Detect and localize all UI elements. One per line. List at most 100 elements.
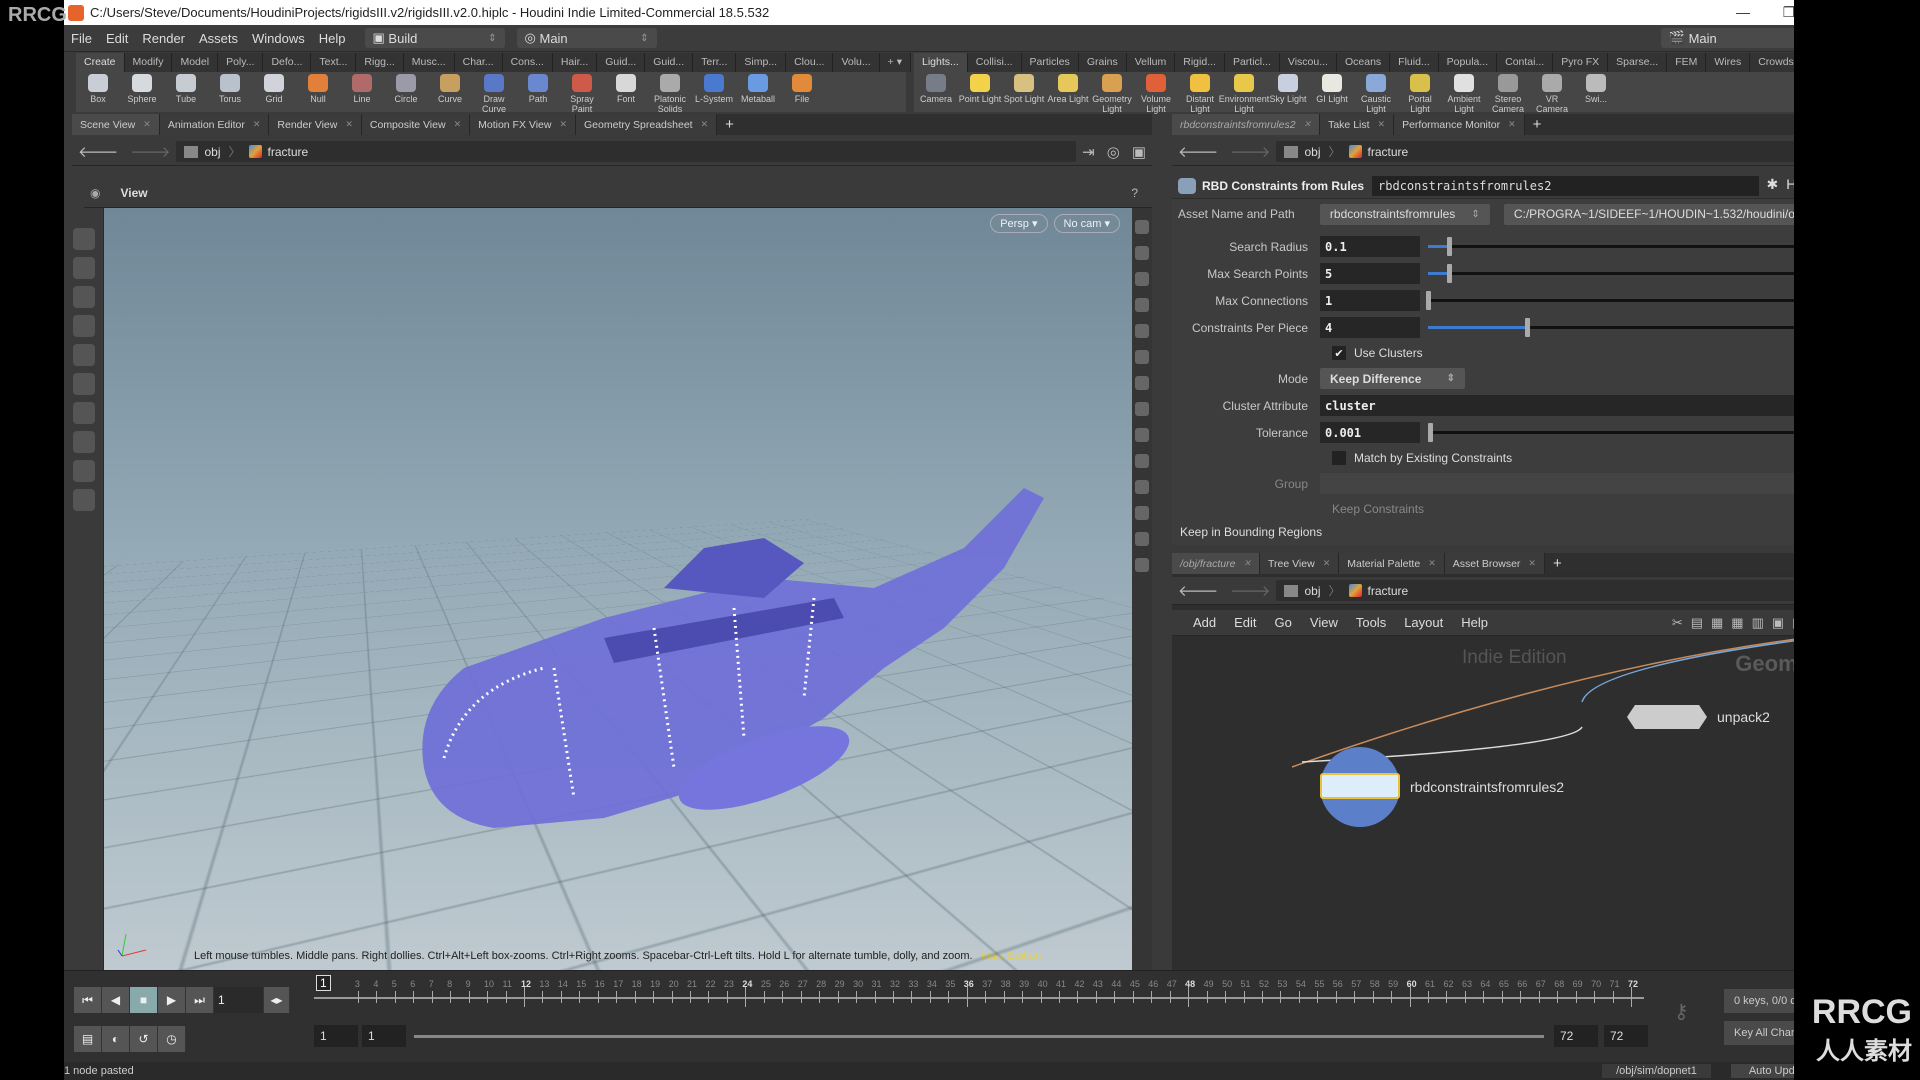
close-tab-icon[interactable]: ✕ (701, 119, 709, 130)
shelf-tool[interactable]: Environment Light (1219, 72, 1269, 114)
breadcrumb-obj[interactable]: obj (1304, 145, 1320, 159)
shelf-tab[interactable]: Simp... (736, 53, 787, 72)
shelf-tool[interactable]: Tube (164, 72, 208, 104)
lock-tool-icon[interactable] (73, 344, 95, 366)
param-field[interactable]: 1 (1320, 290, 1420, 311)
headlight-icon[interactable] (1135, 324, 1149, 338)
scene-viewport[interactable]: Persp ▾ No cam ▾ Left mouse tumbles. Mid… (104, 208, 1132, 970)
shelf-tab[interactable]: Create (76, 53, 125, 72)
net-menu-view[interactable]: View (1301, 615, 1347, 630)
shelf-tab[interactable]: Pyro FX (1553, 53, 1609, 72)
camera-dropdown[interactable]: No cam ▾ (1053, 214, 1120, 233)
rotate-tool-icon[interactable] (73, 286, 95, 308)
tab-take-list[interactable]: Take List ✕ (1320, 114, 1395, 135)
desktop-selector[interactable]: ▣ Build ⇕ (364, 28, 505, 48)
checkbox-checked-icon[interactable]: ✔ (1332, 346, 1346, 360)
text-icon[interactable] (1135, 506, 1149, 520)
param-field[interactable]: 4 (1320, 317, 1420, 338)
network-canvas[interactable]: Indie Edition Geometry unpack2 rbdconstr… (1172, 637, 1858, 970)
shelf-tool[interactable]: Null (296, 72, 340, 104)
close-tab-icon[interactable]: ✕ (1378, 119, 1386, 130)
jump-start-button[interactable]: ⏮ (74, 987, 102, 1013)
shelf-tab[interactable]: Poly... (218, 53, 264, 72)
shelf-tab[interactable]: Sparse... (1608, 53, 1668, 72)
shelf-tool[interactable]: Camera (914, 72, 958, 104)
view-tool-icon[interactable] (73, 489, 95, 511)
pose-tool-icon[interactable] (73, 402, 95, 424)
slider-handle[interactable] (1446, 264, 1452, 283)
point-numbers-icon[interactable] (1135, 454, 1149, 468)
shelf-tab[interactable]: Rigid... (1175, 53, 1225, 72)
breadcrumb-fracture[interactable]: fracture (1368, 145, 1409, 159)
shelf-tab[interactable]: Guid... (597, 53, 646, 72)
mode-dropdown[interactable]: Keep Difference ⇕ (1320, 368, 1465, 389)
checkbox-unchecked-icon[interactable] (1332, 451, 1346, 465)
shelf-tab[interactable]: Particl... (1224, 53, 1280, 72)
param-slider[interactable] (1428, 318, 1842, 337)
shading-icon[interactable] (1135, 298, 1149, 312)
slider-handle[interactable] (1428, 423, 1433, 442)
select-tool-icon[interactable] (73, 228, 95, 250)
tab-performance-monitor[interactable]: Performance Monitor ✕ (1394, 114, 1525, 135)
sim-path-selector[interactable]: /obj/sim/dopnet1 (1602, 1064, 1711, 1078)
stop-button[interactable]: ■ (130, 987, 158, 1013)
light-icon[interactable] (1135, 272, 1149, 286)
param-slider[interactable] (1428, 264, 1842, 283)
node-rbdconstraintsfromrules2[interactable]: rbdconstraintsfromrules2 (1320, 747, 1564, 827)
close-tab-icon[interactable]: ✕ (1508, 119, 1516, 130)
tab-tree-view[interactable]: Tree View ✕ (1260, 553, 1340, 574)
link-icon[interactable]: ◎ (1101, 143, 1126, 161)
pin-icon[interactable]: ⇥ (1076, 143, 1101, 161)
close-tab-icon[interactable]: ✕ (253, 119, 261, 130)
cluster-attribute-field[interactable]: cluster (1320, 395, 1844, 416)
breadcrumb-obj[interactable]: obj (204, 145, 220, 159)
back-arrow-icon[interactable]: 🡐 (72, 142, 124, 161)
shelf-tool[interactable]: Draw Curve (472, 72, 516, 114)
range-end2-field[interactable]: 72 (1604, 1025, 1648, 1047)
shelf-tool[interactable]: Sky Light (1266, 72, 1310, 104)
close-tab-icon[interactable]: ✕ (1243, 558, 1251, 569)
current-frame-field[interactable]: 1 (214, 987, 264, 1013)
shelf-tool[interactable]: Area Light (1046, 72, 1090, 104)
breadcrumb-fracture[interactable]: fracture (268, 145, 309, 159)
keep-bounding-section[interactable]: Keep in Bounding Regions (1172, 521, 1858, 543)
shelf-tab[interactable]: Popula... (1438, 53, 1498, 72)
tab-render-view[interactable]: Render View ✕ (269, 114, 362, 135)
shelf-tool[interactable]: Path (516, 72, 560, 104)
audio-icon[interactable]: ◐ (102, 1026, 130, 1052)
scale-tool-icon[interactable] (73, 315, 95, 337)
tab-asset-browser[interactable]: Asset Browser ✕ (1444, 553, 1545, 574)
shelf-tool[interactable]: Portal Light (1398, 72, 1442, 114)
shelf-tab[interactable]: Fluid... (1390, 53, 1439, 72)
frame-ruler[interactable]: 1 3 4 5 6 7 8 9 10 11 12 13 14 15 16 17 18 19 20 21 22 23 24 2… (314, 975, 1644, 1015)
point-display-icon[interactable] (1135, 402, 1149, 416)
pin-location-icon[interactable] (1135, 558, 1149, 572)
shelf-tab[interactable]: Cons... (502, 53, 553, 72)
move-tool-icon[interactable] (73, 257, 95, 279)
menu-windows[interactable]: Windows (245, 31, 312, 46)
play-reverse-button[interactable]: ◀ (102, 987, 130, 1013)
menu-render[interactable]: Render (135, 31, 192, 46)
close-tab-icon[interactable]: ✕ (454, 119, 462, 130)
shelf-tab[interactable]: Model (172, 53, 219, 72)
viewport-help-icon[interactable]: ? (1131, 186, 1138, 200)
tab-geometry-spreadsheet[interactable]: Geometry Spreadsheet ✕ (576, 114, 718, 135)
menu-help[interactable]: Help (312, 31, 353, 46)
slider-handle[interactable] (1446, 237, 1452, 256)
shelf-tool[interactable]: Font (604, 72, 648, 104)
net-menu-go[interactable]: Go (1266, 615, 1301, 630)
shelf-tool[interactable]: Geometry Light (1090, 72, 1134, 114)
forward-arrow-icon[interactable]: 🡒 (1224, 142, 1276, 161)
menu-edit[interactable]: Edit (99, 31, 135, 46)
play-button[interactable]: ▶ (158, 987, 186, 1013)
magnet-tool-icon[interactable] (73, 460, 95, 482)
add-shelf-tab-button[interactable]: + ▾ (879, 53, 911, 72)
asset-name-dropdown[interactable]: rbdconstraintsfromrules ⇕ (1319, 203, 1490, 225)
tab-material-palette[interactable]: Material Palette ✕ (1339, 553, 1445, 574)
add-tab-button[interactable]: + (717, 116, 742, 133)
close-tab-icon[interactable]: ✕ (1304, 119, 1312, 130)
node-unpack2[interactable]: unpack2 (1627, 705, 1770, 729)
shelf-tab[interactable]: Terr... (693, 53, 737, 72)
use-clusters-toggle[interactable]: ✔ Use Clusters (1332, 341, 1858, 365)
tolerance-slider[interactable] (1428, 423, 1842, 442)
